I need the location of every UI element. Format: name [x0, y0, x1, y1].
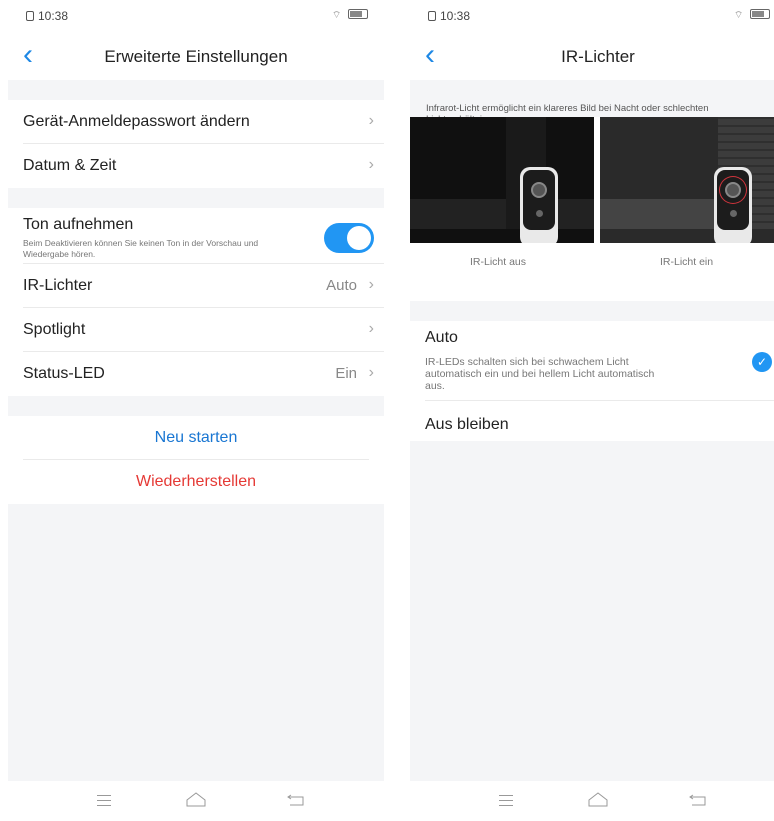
- section-gap: [8, 80, 384, 100]
- wifi-icon: ⌔: [331, 10, 344, 21]
- row-label: Gerät-Anmeldepasswort ändern: [23, 113, 250, 130]
- ir-off-image: [410, 117, 594, 243]
- row-value: Auto: [326, 277, 357, 294]
- nav-bar: ‹ Erweiterte Einstellungen: [8, 34, 384, 80]
- camera-device-icon: [520, 167, 558, 243]
- status-icons: ⌔: [734, 9, 770, 22]
- status-time-text: 10:38: [440, 9, 471, 23]
- status-bar: 10:38 ⌔: [410, 0, 774, 34]
- ir-info-text: Infrarot-Licht ermöglicht ein klareres B…: [410, 80, 774, 125]
- settings-row-date-time[interactable]: Datum & Zeit ›: [8, 144, 384, 188]
- ir-comparison-images: [410, 117, 774, 243]
- wifi-icon: ⌔: [733, 10, 746, 21]
- section-gap: [8, 188, 384, 208]
- restore-button[interactable]: Wiederherstellen: [8, 460, 384, 504]
- restore-label: Wiederherstellen: [135, 473, 257, 490]
- settings-row-record-sound: Ton aufnehmen Beim Deaktivieren können S…: [8, 208, 384, 264]
- restart-button[interactable]: Neu starten: [8, 416, 384, 460]
- chevron-right-icon: ›: [368, 320, 374, 337]
- settings-row-status-led[interactable]: Status-LED Ein ›: [8, 352, 384, 396]
- ir-lights-screen: 10:38 ⌔ ‹ IR-Lichter Infrarot-Licht ermö…: [410, 0, 774, 821]
- menu-icon[interactable]: [494, 791, 518, 811]
- status-bar: 10:38 ⌔: [8, 0, 384, 34]
- camera-device-icon: [714, 167, 752, 243]
- page-title: IR-Lichter: [561, 47, 635, 66]
- back-key-icon[interactable]: [686, 791, 710, 811]
- home-icon[interactable]: [586, 791, 610, 811]
- settings-row-ir-lights[interactable]: IR-Lichter Auto ›: [8, 264, 384, 308]
- advanced-settings-screen: 10:38 ⌔ ‹ Erweiterte Einstellungen Gerät…: [8, 0, 384, 821]
- settings-row-password[interactable]: Gerät-Anmeldepasswort ändern ›: [8, 100, 384, 144]
- settings-content: Gerät-Anmeldepasswort ändern › Datum & Z…: [8, 80, 384, 781]
- chevron-right-icon: ›: [368, 276, 374, 293]
- image-ground: [410, 199, 594, 229]
- status-icons: ⌔: [332, 9, 368, 22]
- toggle-knob: [347, 226, 371, 250]
- restart-label: Neu starten: [154, 429, 238, 446]
- battery-icon: [348, 9, 368, 19]
- battery-icon: [750, 9, 770, 19]
- menu-icon[interactable]: [92, 791, 116, 811]
- option-label: Aus bleiben: [425, 416, 509, 433]
- row-value: Ein: [335, 365, 357, 382]
- checkmark-icon: ✓: [752, 352, 772, 372]
- row-label: Datum & Zeit: [23, 157, 117, 174]
- status-time: 10:38: [428, 9, 470, 23]
- chevron-right-icon: ›: [368, 156, 374, 173]
- status-time-text: 10:38: [38, 9, 69, 23]
- back-key-icon[interactable]: [284, 791, 308, 811]
- option-label: Auto: [425, 329, 458, 346]
- system-nav-bar: [8, 781, 384, 821]
- row-label: Ton aufnehmen: [23, 216, 134, 233]
- row-label: Status-LED: [23, 365, 105, 382]
- caption-ir-off: IR-Licht aus: [470, 256, 527, 268]
- option-description: IR-LEDs schalten sich bei schwachem Lich…: [425, 356, 655, 392]
- option-stay-off[interactable]: Aus bleiben: [410, 401, 774, 441]
- record-sound-toggle[interactable]: [324, 223, 374, 253]
- row-label: IR-Lichter: [23, 277, 93, 294]
- ir-on-image: [600, 117, 774, 243]
- chevron-right-icon: ›: [368, 112, 374, 129]
- option-auto[interactable]: Auto IR-LEDs schalten sich bei schwachem…: [410, 321, 774, 401]
- system-nav-bar: [410, 781, 774, 821]
- sim-icon: [428, 11, 436, 21]
- chevron-right-icon: ›: [368, 364, 374, 381]
- row-label: Spotlight: [23, 321, 86, 338]
- page-title: Erweiterte Einstellungen: [104, 47, 288, 66]
- settings-row-spotlight[interactable]: Spotlight ›: [8, 308, 384, 352]
- ir-content: Infrarot-Licht ermöglicht ein klareres B…: [410, 80, 774, 781]
- nav-bar: ‹ IR-Lichter: [410, 34, 774, 80]
- ir-image-captions: IR-Licht aus IR-Licht ein: [410, 243, 774, 301]
- status-time: 10:38: [26, 9, 68, 23]
- home-icon[interactable]: [184, 791, 208, 811]
- sim-icon: [26, 11, 34, 21]
- row-description: Beim Deaktivieren können Sie keinen Ton …: [23, 238, 259, 259]
- section-gap: [410, 301, 774, 321]
- section-gap: [8, 396, 384, 416]
- caption-ir-on: IR-Licht ein: [660, 256, 714, 268]
